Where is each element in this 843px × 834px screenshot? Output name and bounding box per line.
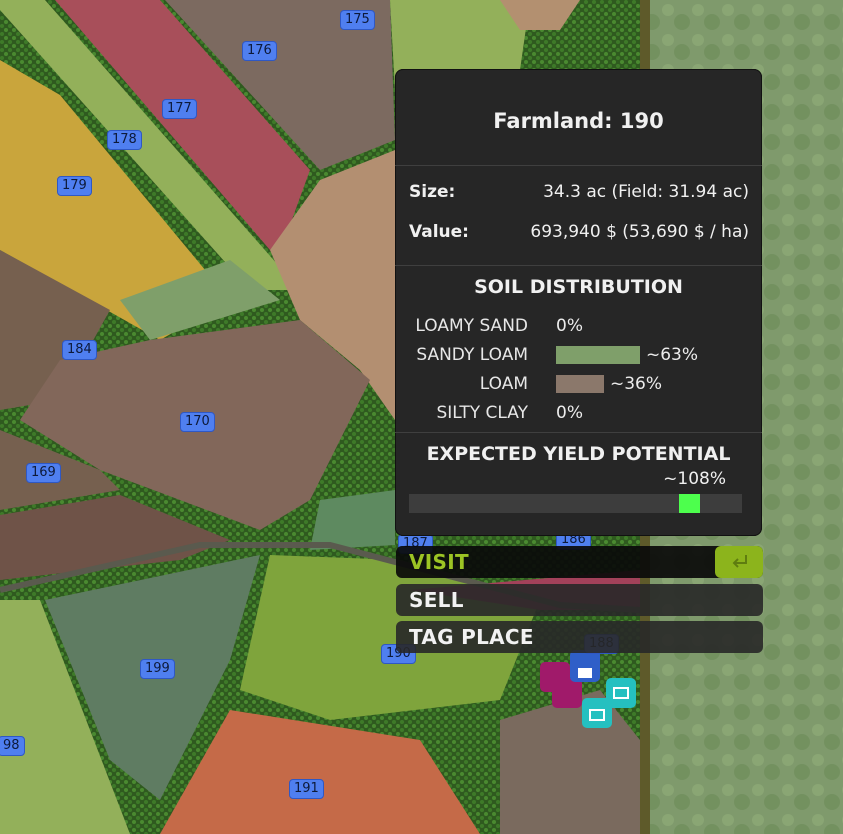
field-label[interactable]: 175 [340, 10, 375, 30]
field-label[interactable]: 169 [26, 463, 61, 483]
field-label[interactable]: 191 [289, 779, 324, 799]
soil-type-label: LOAM [479, 374, 528, 394]
soil-share-percent: ~63% [646, 345, 699, 365]
farmland-info-panel: Farmland: 190 Size: 34.3 ac (Field: 31.9… [395, 69, 762, 536]
visit-button[interactable]: VISIT [396, 546, 763, 578]
value-label: Value: [409, 222, 469, 242]
divider [395, 432, 762, 433]
soil-share-percent: 0% [556, 403, 583, 423]
field-label[interactable]: 98 [0, 736, 25, 756]
field-label[interactable]: 199 [140, 659, 175, 679]
field-label[interactable]: 177 [162, 99, 197, 119]
panel-title: Farmland: 190 [493, 109, 664, 133]
soil-type-label: SANDY LOAM [416, 345, 528, 365]
size-value: 34.3 ac (Field: 31.94 ac) [543, 182, 749, 202]
soil-share-bar [556, 346, 640, 364]
soil-type-label: SILTY CLAY [436, 403, 528, 423]
divider [395, 165, 762, 166]
enter-key-icon[interactable] [715, 546, 763, 578]
field-label[interactable]: 178 [107, 130, 142, 150]
yield-marker [679, 494, 700, 513]
field-label[interactable]: 176 [242, 41, 277, 61]
field-label[interactable]: 179 [57, 176, 92, 196]
field-label[interactable]: 170 [180, 412, 215, 432]
field-label[interactable]: 184 [62, 340, 97, 360]
soil-share-percent: ~36% [610, 374, 663, 394]
size-label: Size: [409, 182, 456, 202]
visit-label: VISIT [409, 550, 469, 574]
soil-type-label: LOAMY SAND [415, 316, 528, 336]
yield-title: EXPECTED YIELD POTENTIAL [426, 443, 731, 465]
sell-button[interactable]: SELL [396, 584, 763, 616]
yield-bar [409, 494, 742, 513]
tag-place-button[interactable]: TAG PLACE [396, 621, 763, 653]
yield-percent: ~108% [663, 469, 726, 489]
sell-label: SELL [409, 588, 464, 612]
soil-distribution-title: SOIL DISTRIBUTION [474, 276, 683, 298]
soil-share-bar [556, 375, 604, 393]
divider [395, 265, 762, 266]
value-value: 693,940 $ (53,690 $ / ha) [530, 222, 749, 242]
soil-share-percent: 0% [556, 316, 583, 336]
tag-place-label: TAG PLACE [409, 625, 534, 649]
